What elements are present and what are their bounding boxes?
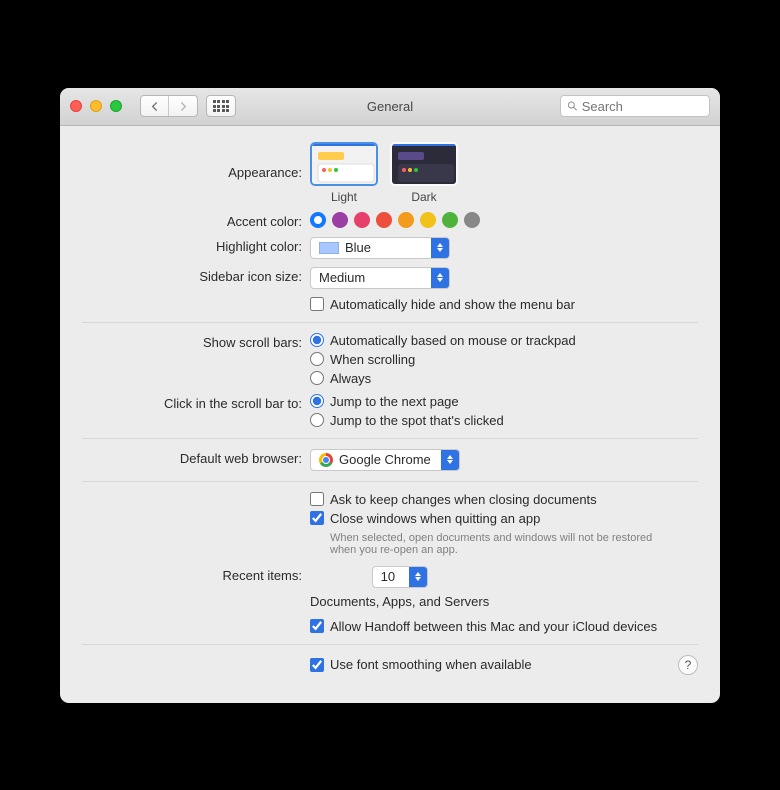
- appearance-dark[interactable]: Dark: [390, 142, 458, 204]
- appearance-label: Appearance:: [82, 163, 310, 204]
- minimize-icon[interactable]: [90, 100, 102, 112]
- font-smoothing-label: Use font smoothing when available: [330, 657, 532, 672]
- appearance-light-label: Light: [331, 190, 357, 204]
- default-browser-label: Default web browser:: [82, 449, 310, 466]
- search-input[interactable]: [582, 99, 703, 114]
- scrollbars-always[interactable]: Always: [310, 371, 576, 386]
- scrollbars-when-scrolling[interactable]: When scrolling: [310, 352, 576, 367]
- auto-hide-menubar-label: Automatically hide and show the menu bar: [330, 297, 575, 312]
- recent-items-value: 10: [381, 569, 395, 584]
- zoom-icon[interactable]: [110, 100, 122, 112]
- click-scrollbar-next-page[interactable]: Jump to the next page: [310, 394, 504, 409]
- stepper-arrows-icon: [431, 238, 449, 258]
- grid-icon: [213, 100, 230, 112]
- scrollbars-group: Automatically based on mouse or trackpad…: [310, 333, 576, 386]
- auto-hide-menubar-input[interactable]: [310, 297, 324, 311]
- close-windows-checkbox[interactable]: Close windows when quitting an app: [310, 511, 660, 526]
- default-browser-value: Google Chrome: [339, 452, 431, 467]
- help-button[interactable]: ?: [678, 655, 698, 675]
- accent-color-2[interactable]: [354, 212, 370, 228]
- highlight-value: Blue: [345, 240, 371, 255]
- accent-color-7[interactable]: [464, 212, 480, 228]
- accent-color-5[interactable]: [420, 212, 436, 228]
- stepper-arrows-icon: [441, 450, 459, 470]
- handoff-label: Allow Handoff between this Mac and your …: [330, 619, 657, 634]
- sidebar-size-value: Medium: [319, 270, 365, 285]
- accent-color-0[interactable]: [310, 212, 326, 228]
- close-icon[interactable]: [70, 100, 82, 112]
- accent-label: Accent color:: [82, 212, 310, 229]
- auto-hide-menubar-checkbox[interactable]: Automatically hide and show the menu bar: [310, 297, 575, 312]
- traffic-lights: [70, 100, 122, 112]
- default-browser-select[interactable]: Google Chrome: [310, 449, 460, 471]
- ask-changes-label: Ask to keep changes when closing documen…: [330, 492, 597, 507]
- divider: [82, 644, 698, 645]
- accent-color-6[interactable]: [442, 212, 458, 228]
- nav-buttons: [140, 95, 236, 117]
- scrollbars-label: Show scroll bars:: [82, 333, 310, 350]
- appearance-light[interactable]: Light: [310, 142, 378, 204]
- back-button[interactable]: [141, 96, 169, 116]
- scrollbars-auto[interactable]: Automatically based on mouse or trackpad: [310, 333, 576, 348]
- accent-color-4[interactable]: [398, 212, 414, 228]
- forward-button[interactable]: [169, 96, 197, 116]
- click-scrollbar-spot[interactable]: Jump to the spot that's clicked: [310, 413, 504, 428]
- ask-changes-checkbox[interactable]: Ask to keep changes when closing documen…: [310, 492, 660, 507]
- chrome-icon: [319, 453, 333, 467]
- recent-items-suffix: Documents, Apps, and Servers: [310, 594, 489, 609]
- titlebar: General: [60, 88, 720, 126]
- stepper-arrows-icon: [431, 268, 449, 288]
- divider: [82, 438, 698, 439]
- close-windows-hint: When selected, open documents and window…: [330, 532, 660, 556]
- back-forward-segment: [140, 95, 198, 117]
- font-smoothing-checkbox[interactable]: Use font smoothing when available: [310, 657, 678, 672]
- recent-items-select[interactable]: 10: [372, 566, 428, 588]
- divider: [82, 481, 698, 482]
- click-scrollbar-label: Click in the scroll bar to:: [82, 394, 310, 411]
- appearance-options: Light Dark: [310, 142, 458, 204]
- accent-color-1[interactable]: [332, 212, 348, 228]
- search-icon: [567, 100, 578, 112]
- show-all-button[interactable]: [206, 95, 236, 117]
- dark-preview-icon: [392, 142, 456, 186]
- content-pane: Appearance: Light: [60, 126, 720, 703]
- highlight-swatch-icon: [319, 242, 339, 254]
- sidebar-size-label: Sidebar icon size:: [82, 267, 310, 284]
- click-scrollbar-group: Jump to the next page Jump to the spot t…: [310, 394, 504, 428]
- preferences-window: General Appearance:: [60, 88, 720, 703]
- stepper-arrows-icon: [409, 567, 427, 587]
- accent-color-3[interactable]: [376, 212, 392, 228]
- search-field[interactable]: [560, 95, 710, 117]
- accent-color-picker: [310, 212, 480, 228]
- divider: [82, 322, 698, 323]
- handoff-checkbox[interactable]: Allow Handoff between this Mac and your …: [310, 619, 657, 634]
- light-preview-icon: [312, 142, 376, 186]
- appearance-dark-label: Dark: [411, 190, 436, 204]
- highlight-color-select[interactable]: Blue: [310, 237, 450, 259]
- highlight-label: Highlight color:: [82, 237, 310, 254]
- close-windows-label: Close windows when quitting an app: [330, 511, 540, 526]
- recent-items-label: Recent items:: [82, 566, 310, 583]
- sidebar-size-select[interactable]: Medium: [310, 267, 450, 289]
